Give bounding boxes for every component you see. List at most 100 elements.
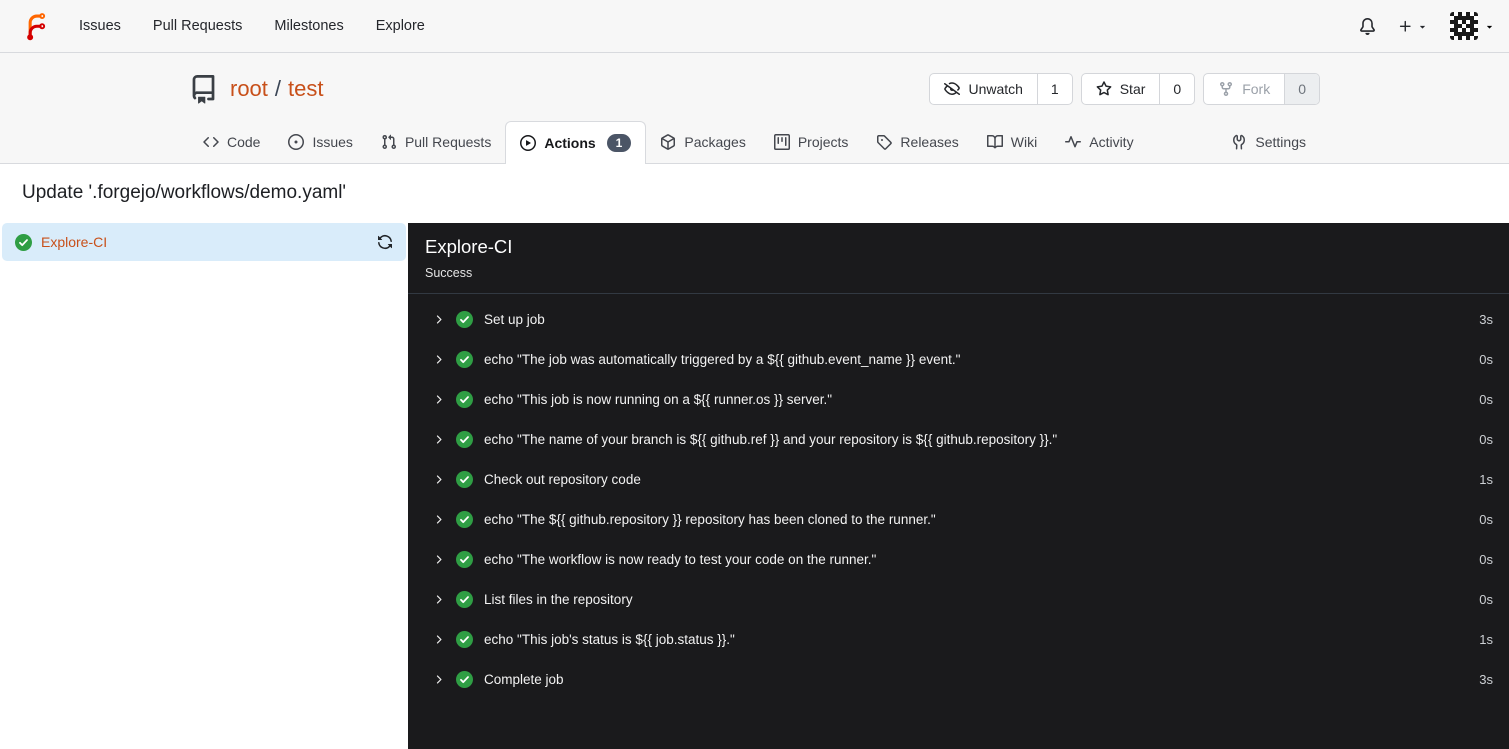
step-name: echo "The name of your branch is ${{ git… bbox=[484, 431, 1058, 447]
step-name: Set up job bbox=[484, 311, 545, 327]
job-status-text: Success bbox=[425, 266, 473, 280]
nav-item-milestones[interactable]: Milestones bbox=[258, 0, 359, 52]
chevron-right-icon[interactable] bbox=[432, 313, 445, 326]
tab-activity[interactable]: Activity bbox=[1051, 121, 1147, 163]
unwatch-count[interactable]: 1 bbox=[1036, 74, 1072, 104]
step-success-check-icon bbox=[456, 590, 473, 608]
repo-title-row: root / test Unwatch 1 Star 0 Fork 0 bbox=[189, 72, 1320, 106]
fork-button-group: Fork 0 bbox=[1203, 73, 1320, 105]
tab-pull-requests[interactable]: Pull Requests bbox=[367, 121, 505, 163]
tab-wiki[interactable]: Wiki bbox=[973, 121, 1051, 163]
tab-label: Wiki bbox=[1010, 134, 1038, 150]
step-row[interactable]: echo "This job's status is ${{ job.statu… bbox=[408, 619, 1509, 659]
pull-request-icon bbox=[381, 134, 397, 150]
job-log-title: Explore-CI bbox=[425, 236, 513, 257]
tab-label: Code bbox=[227, 134, 261, 150]
star-icon bbox=[1096, 81, 1112, 97]
create-new-button[interactable] bbox=[1398, 19, 1428, 34]
step-row[interactable]: List files in the repository 0s bbox=[408, 579, 1509, 619]
step-duration: 0s bbox=[1479, 351, 1493, 367]
tab-settings[interactable]: Settings bbox=[1217, 121, 1320, 163]
activity-icon bbox=[1065, 134, 1082, 150]
chevron-right-icon[interactable] bbox=[432, 593, 445, 606]
forgejo-logo-icon[interactable] bbox=[22, 11, 49, 42]
top-navbar: Issues Pull Requests Milestones Explore bbox=[0, 0, 1509, 53]
nav-item-explore[interactable]: Explore bbox=[360, 0, 441, 52]
user-menu[interactable] bbox=[1450, 12, 1495, 40]
tab-label: Actions bbox=[544, 135, 596, 151]
tag-icon bbox=[876, 134, 893, 150]
step-duration: 3s bbox=[1479, 671, 1493, 687]
step-duration: 1s bbox=[1479, 631, 1493, 647]
step-row[interactable]: Complete job 3s bbox=[408, 659, 1509, 699]
step-row[interactable]: Check out repository code 1s bbox=[408, 459, 1509, 499]
steps-list: Set up job 3s echo "The job was automatica… bbox=[408, 294, 1509, 704]
job-item-explore-ci[interactable]: Explore-CI bbox=[2, 223, 406, 261]
refresh-icon[interactable] bbox=[377, 234, 393, 250]
chevron-right-icon[interactable] bbox=[432, 393, 445, 406]
star-count[interactable]: 0 bbox=[1159, 74, 1194, 104]
step-row[interactable]: echo "The workflow is now ready to test … bbox=[408, 539, 1509, 579]
star-label: Star bbox=[1119, 81, 1146, 97]
step-row[interactable]: echo "The ${{ github.repository }} repos… bbox=[408, 499, 1509, 539]
step-duration: 0s bbox=[1479, 431, 1493, 447]
step-row[interactable]: echo "This job is now running on a ${{ r… bbox=[408, 379, 1509, 419]
tab-label: Packages bbox=[684, 134, 746, 150]
tab-count-badge: 1 bbox=[606, 134, 632, 152]
chevron-right-icon[interactable] bbox=[432, 673, 445, 686]
tab-issues[interactable]: Issues bbox=[274, 121, 366, 163]
step-row[interactable]: Set up job 3s bbox=[408, 299, 1509, 339]
job-success-check-icon bbox=[15, 233, 32, 251]
navbar-right bbox=[1359, 12, 1495, 40]
step-success-check-icon bbox=[456, 350, 473, 368]
step-success-check-icon bbox=[456, 630, 473, 648]
tab-releases[interactable]: Releases bbox=[862, 121, 972, 163]
step-name: Check out repository code bbox=[484, 471, 641, 487]
step-success-check-icon bbox=[456, 550, 473, 568]
unwatch-button[interactable]: Unwatch bbox=[930, 74, 1036, 104]
package-icon bbox=[660, 134, 676, 150]
repo-owner-link[interactable]: root bbox=[230, 76, 268, 102]
star-button[interactable]: Star bbox=[1082, 74, 1160, 104]
nav-item-pull-requests[interactable]: Pull Requests bbox=[137, 0, 258, 52]
notifications-bell-icon[interactable] bbox=[1359, 17, 1376, 35]
workflow-run-title: Update '.forgejo/workflows/demo.yaml' bbox=[22, 182, 347, 203]
fork-count: 0 bbox=[1284, 74, 1319, 104]
tab-label: Releases bbox=[900, 134, 959, 150]
wiki-icon bbox=[986, 134, 1003, 150]
chevron-right-icon[interactable] bbox=[432, 553, 445, 566]
tab-actions[interactable]: Actions 1 bbox=[505, 121, 647, 164]
chevron-right-icon[interactable] bbox=[432, 473, 445, 486]
tab-label: Issues bbox=[312, 134, 353, 150]
tab-code[interactable]: Code bbox=[189, 121, 274, 163]
job-log-panel: Explore-CI Success Set up job 3s echo "The… bbox=[408, 223, 1509, 749]
run-view: Explore-CI Explore-CI Success Set up job… bbox=[0, 223, 1509, 749]
jobs-sidebar: Explore-CI bbox=[0, 223, 408, 749]
step-row[interactable]: echo "The name of your branch is ${{ git… bbox=[408, 419, 1509, 459]
step-row[interactable]: echo "The job was automatically triggere… bbox=[408, 339, 1509, 379]
settings-icon bbox=[1231, 134, 1247, 150]
chevron-right-icon[interactable] bbox=[432, 433, 445, 446]
step-name: Complete job bbox=[484, 671, 564, 687]
fork-button: Fork bbox=[1204, 74, 1284, 104]
step-success-check-icon bbox=[456, 310, 473, 328]
chevron-right-icon[interactable] bbox=[432, 513, 445, 526]
repo-action-buttons: Unwatch 1 Star 0 Fork 0 bbox=[929, 73, 1320, 105]
repo-name-link[interactable]: test bbox=[288, 76, 323, 102]
step-success-check-icon bbox=[456, 670, 473, 688]
step-name: List files in the repository bbox=[484, 591, 633, 607]
repo-header: root / test Unwatch 1 Star 0 Fork 0 Code Issue… bbox=[0, 53, 1509, 164]
chevron-right-icon[interactable] bbox=[432, 353, 445, 366]
job-name-label: Explore-CI bbox=[41, 234, 108, 250]
tab-projects[interactable]: Projects bbox=[760, 121, 863, 163]
repo-separator: / bbox=[274, 76, 282, 101]
step-duration: 0s bbox=[1479, 591, 1493, 607]
tab-packages[interactable]: Packages bbox=[646, 121, 759, 163]
step-success-check-icon bbox=[456, 430, 473, 448]
repo-book-icon bbox=[189, 74, 218, 104]
issue-icon bbox=[288, 134, 305, 150]
chevron-right-icon[interactable] bbox=[432, 633, 445, 646]
project-icon bbox=[773, 134, 790, 150]
repo-tabs: Code Issues Pull Requests Actions 1 Packages P… bbox=[189, 120, 1320, 164]
nav-item-issues[interactable]: Issues bbox=[63, 0, 137, 52]
